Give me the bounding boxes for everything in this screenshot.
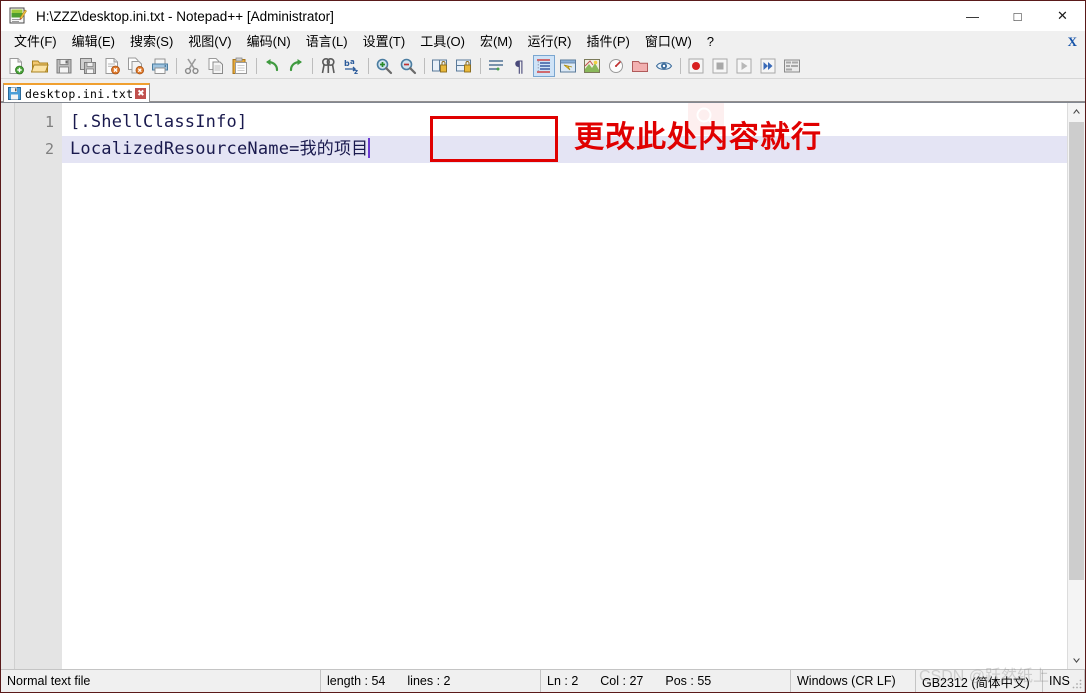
toolbar-separator <box>256 58 257 74</box>
saved-file-icon <box>8 87 21 100</box>
word-wrap-icon[interactable] <box>485 55 507 77</box>
status-pos: Pos : 55 <box>665 674 712 688</box>
window-title: H:\ZZZ\desktop.ini.txt - Notepad++ [Admi… <box>36 8 334 24</box>
document-map-icon[interactable] <box>581 55 603 77</box>
close-file-icon[interactable] <box>101 55 123 77</box>
cut-icon[interactable] <box>181 55 203 77</box>
vertical-scrollbar[interactable] <box>1067 103 1085 669</box>
close-button[interactable]: ✕ <box>1040 1 1085 31</box>
tab-label: desktop.ini.txt <box>25 86 134 101</box>
macro-record-icon[interactable] <box>685 55 707 77</box>
menu-macro[interactable]: 宏(M) <box>473 32 520 53</box>
save-all-icon[interactable] <box>77 55 99 77</box>
macro-play-multiple-icon[interactable] <box>757 55 779 77</box>
scroll-down-arrow-icon[interactable] <box>1068 652 1085 669</box>
code-line-2-text: LocalizedResourceName=我的项目 <box>70 139 369 159</box>
toolbar-separator <box>480 58 481 74</box>
copy-icon[interactable] <box>205 55 227 77</box>
status-caret-position: Ln : 2 Col : 27 Pos : 55 <box>541 670 791 692</box>
macro-save-icon[interactable] <box>781 55 803 77</box>
window-controls: — □ ✕ <box>950 1 1085 31</box>
minimize-button[interactable]: — <box>950 1 995 31</box>
toolbar-separator <box>176 58 177 74</box>
scroll-up-arrow-icon[interactable] <box>1068 103 1085 120</box>
macro-play-icon[interactable] <box>733 55 755 77</box>
svg-text:z: z <box>354 68 358 75</box>
zoom-in-icon[interactable] <box>373 55 395 77</box>
code-line-1[interactable]: [.ShellClassInfo] <box>62 109 1067 136</box>
line-number: 1 <box>44 113 54 131</box>
notepad-plus-plus-icon <box>9 7 27 25</box>
tab-close-icon[interactable]: ✖ <box>135 88 147 99</box>
status-length: length : 54 <box>327 674 386 688</box>
maximize-button[interactable]: □ <box>995 1 1040 31</box>
status-lines: lines : 2 <box>407 674 451 688</box>
find-icon[interactable] <box>317 55 339 77</box>
save-icon[interactable] <box>53 55 75 77</box>
menu-help[interactable]: ? <box>700 32 721 53</box>
annotation-text: 更改此处内容就行 <box>574 120 822 155</box>
scrollbar-thumb[interactable] <box>1069 122 1084 580</box>
bookmark-margin[interactable] <box>1 103 15 669</box>
menu-window[interactable]: 窗口(W) <box>638 32 699 53</box>
status-bar: Normal text file length : 54 lines : 2 L… <box>1 668 1085 692</box>
menu-bar: 文件(F) 编辑(E) 搜索(S) 视图(V) 编码(N) 语言(L) 设置(T… <box>1 31 1085 54</box>
menu-plugins[interactable]: 插件(P) <box>580 32 637 53</box>
svg-text:a: a <box>350 58 355 66</box>
title-bar: H:\ZZZ\desktop.ini.txt - Notepad++ [Admi… <box>1 1 1085 31</box>
print-icon[interactable] <box>149 55 171 77</box>
user-defined-dialog-icon[interactable] <box>557 55 579 77</box>
status-length-lines: length : 54 lines : 2 <box>321 670 541 692</box>
editor-area: 1 2 [.ShellClassInfo] LocalizedResourceN… <box>1 102 1085 669</box>
close-all-files-icon[interactable] <box>125 55 147 77</box>
redo-icon[interactable] <box>285 55 307 77</box>
line-number: 2 <box>44 140 54 158</box>
replace-icon[interactable]: b a z <box>341 55 363 77</box>
code-text-area[interactable]: [.ShellClassInfo] LocalizedResourceName=… <box>62 103 1067 669</box>
menu-view[interactable]: 视图(V) <box>181 32 238 53</box>
show-all-characters-icon[interactable]: ¶ <box>509 55 531 77</box>
menu-encoding[interactable]: 编码(N) <box>240 32 298 53</box>
macro-stop-icon[interactable] <box>709 55 731 77</box>
menu-language[interactable]: 语言(L) <box>299 32 355 53</box>
status-col: Col : 27 <box>600 674 644 688</box>
indent-guide-icon[interactable] <box>533 55 555 77</box>
menu-edit[interactable]: 编辑(E) <box>65 32 122 53</box>
paste-icon[interactable] <box>229 55 251 77</box>
resize-grip-icon[interactable] <box>1071 678 1083 690</box>
menu-file[interactable]: 文件(F) <box>7 32 64 53</box>
zoom-out-icon[interactable] <box>397 55 419 77</box>
notepadpp-window: H:\ZZZ\desktop.ini.txt - Notepad++ [Admi… <box>0 0 1086 693</box>
folder-as-workspace-icon[interactable] <box>629 55 651 77</box>
toolbar-separator <box>680 58 681 74</box>
toolbar-separator <box>424 58 425 74</box>
scrollbar-track[interactable] <box>1068 120 1085 652</box>
menu-search[interactable]: 搜索(S) <box>123 32 180 53</box>
text-cursor <box>368 138 371 158</box>
toolbar-separator <box>312 58 313 74</box>
tab-bar: desktop.ini.txt ✖ <box>1 79 1085 102</box>
close-document-icon[interactable]: X <box>1068 34 1077 50</box>
svg-text:¶: ¶ <box>514 57 524 75</box>
sync-horizontal-scroll-icon[interactable] <box>453 55 475 77</box>
tab-desktop-ini-txt[interactable]: desktop.ini.txt ✖ <box>3 83 151 102</box>
menu-tools[interactable]: 工具(O) <box>413 32 472 53</box>
status-encoding[interactable]: GB2312 (简体中文) <box>916 670 1043 692</box>
menu-settings[interactable]: 设置(T) <box>356 32 413 53</box>
code-line-2[interactable]: LocalizedResourceName=我的项目 <box>62 136 1067 163</box>
status-file-type: Normal text file <box>1 670 321 692</box>
status-ln: Ln : 2 <box>547 674 579 688</box>
undo-icon[interactable] <box>261 55 283 77</box>
toolbar-separator <box>368 58 369 74</box>
open-file-icon[interactable] <box>29 55 51 77</box>
status-eol-format[interactable]: Windows (CR LF) <box>791 670 916 692</box>
sync-vertical-scroll-icon[interactable] <box>429 55 451 77</box>
monitoring-icon[interactable] <box>653 55 675 77</box>
function-list-icon[interactable] <box>605 55 627 77</box>
new-file-icon[interactable] <box>5 55 27 77</box>
toolbar: b a z ¶ <box>1 54 1085 79</box>
line-number-gutter: 1 2 <box>15 103 62 669</box>
menu-run[interactable]: 运行(R) <box>520 32 578 53</box>
